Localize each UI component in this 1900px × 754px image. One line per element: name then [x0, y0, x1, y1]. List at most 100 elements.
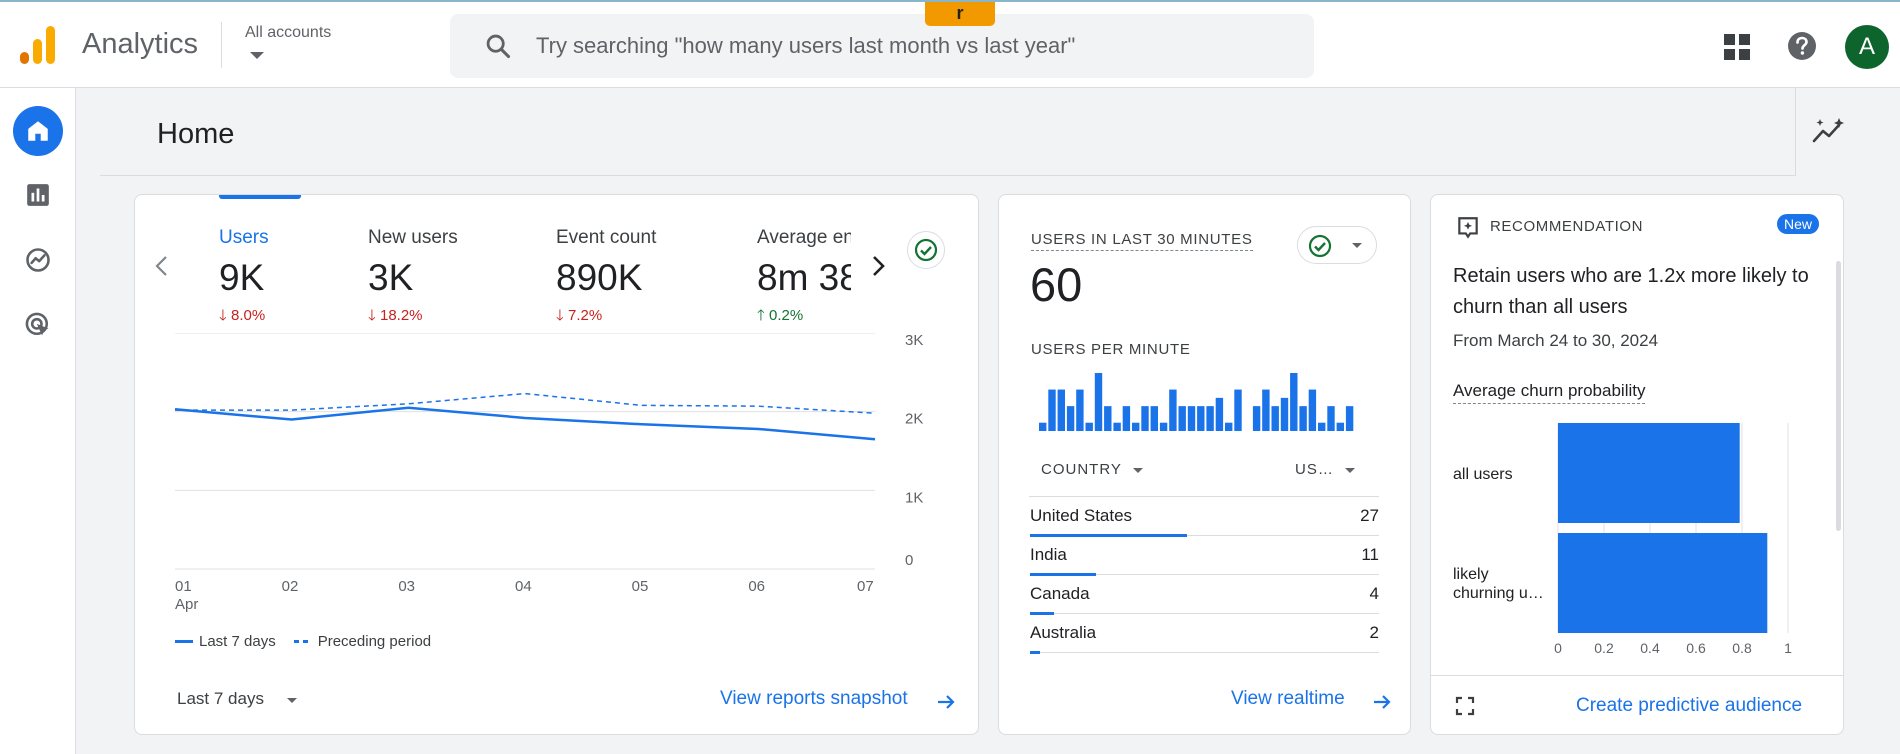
metric-change-value: 18.2% — [379, 307, 423, 324]
metric-value: 8m 38s — [757, 257, 851, 298]
account-selector-label[interactable]: All accounts — [245, 24, 331, 42]
per-minute-bar — [1262, 389, 1270, 431]
insights-sparkle-icon[interactable] — [1812, 117, 1846, 145]
nav-home[interactable] — [13, 106, 63, 156]
per-minute-bar — [1178, 406, 1186, 431]
recommendation-date-range: From March 24 to 30, 2024 — [1453, 331, 1659, 350]
metric-label: Users — [219, 227, 269, 248]
scrollbar[interactable] — [1836, 261, 1841, 531]
series-line-preceding-period — [175, 392, 876, 414]
view-reports-snapshot-link[interactable]: View reports snapshot — [720, 688, 908, 710]
create-predictive-audience-link[interactable]: Create predictive audience — [1576, 695, 1802, 717]
side-nav — [0, 88, 76, 754]
category-label: all users — [1453, 466, 1513, 483]
r-badge[interactable]: r — [925, 2, 995, 26]
x-tick-label: 0 — [1554, 640, 1562, 656]
recommendation-card: RECOMMENDATION New Retain users who are … — [1430, 194, 1844, 735]
x-tick-label: 04 — [515, 578, 532, 595]
search-input[interactable] — [536, 14, 1276, 78]
country-name: Canada — [1030, 584, 1090, 603]
x-tick-label: 0.8 — [1732, 640, 1752, 656]
x-tick-label: 0.2 — [1594, 640, 1614, 656]
per-minute-bar — [1039, 422, 1047, 431]
per-minute-bar — [1234, 389, 1242, 431]
per-minute-bar — [1299, 406, 1307, 431]
per-minute-bar — [1048, 389, 1056, 431]
avatar[interactable]: A — [1845, 25, 1889, 69]
table-row[interactable]: Canada 4 — [1030, 575, 1379, 615]
search-box[interactable] — [450, 14, 1314, 78]
per-minute-bar — [1094, 373, 1103, 431]
realtime-user-count: 60 — [1030, 258, 1083, 311]
metric-average-engagement[interactable]: Average engagement time 8m 38s 🡑 0.2% — [757, 227, 851, 330]
header-divider — [100, 175, 1795, 176]
account-selector-caret-icon[interactable] — [250, 52, 264, 59]
chevron-right-icon[interactable] — [867, 251, 889, 281]
analytics-logo-icon[interactable] — [20, 26, 56, 66]
realtime-status-button[interactable] — [1297, 226, 1377, 264]
date-range-selector[interactable]: Last 7 days — [177, 689, 264, 709]
churn-metric-label[interactable]: Average churn probability — [1453, 381, 1646, 404]
divider — [1795, 88, 1796, 176]
table-row[interactable]: Australia 2 — [1030, 614, 1379, 654]
chevron-left-icon[interactable] — [151, 251, 173, 281]
country-user-count: 11 — [1361, 545, 1379, 564]
per-minute-bar — [1225, 422, 1233, 431]
users-per-minute-chart — [1039, 373, 1354, 431]
recommendation-title: Retain users who are 1.2x more likely to… — [1453, 265, 1809, 318]
table-row[interactable]: United States 27 — [1030, 497, 1379, 537]
series-line-last-7-days — [174, 406, 876, 441]
per-minute-bar — [1206, 406, 1214, 431]
per-minute-bar — [1113, 422, 1121, 431]
y-tick-label: 0 — [905, 552, 913, 569]
country-column-header[interactable]: COUNTRY — [1041, 461, 1143, 478]
per-minute-bar — [1336, 422, 1344, 431]
arrow-right-icon[interactable] — [935, 691, 957, 713]
legend-solid-swatch — [175, 640, 193, 643]
legend-item-current: Last 7 days — [175, 633, 276, 650]
realtime-title[interactable]: USERS IN LAST 30 MINUTES — [1031, 231, 1253, 251]
bar-chart-icon — [27, 184, 49, 206]
metric-change-value: 8.0% — [230, 307, 266, 324]
metric-change: 🡓 8.0% — [219, 305, 269, 330]
expand-icon[interactable] — [1454, 695, 1476, 717]
metric-new-users[interactable]: New users 3K 🡓 18.2% — [368, 227, 458, 330]
arrow-right-icon[interactable] — [1371, 691, 1393, 713]
x-tick-label: 02 — [282, 578, 299, 595]
nav-explore[interactable] — [13, 235, 63, 285]
per-minute-bar — [1187, 406, 1196, 431]
check-circle-icon — [1308, 234, 1332, 258]
metric-event-count[interactable]: Event count 890K 🡓 7.2% — [556, 227, 656, 330]
recommendation-icon — [1458, 217, 1478, 239]
nav-advertising[interactable] — [13, 300, 63, 350]
metric-label: Average engagement time — [757, 227, 851, 248]
view-realtime-link[interactable]: View realtime — [1231, 688, 1345, 710]
column-header-label: US… — [1295, 461, 1334, 478]
churn-bar — [1558, 533, 1768, 633]
per-minute-bar — [1132, 422, 1140, 431]
x-tick-label: 01 — [175, 578, 192, 595]
per-minute-bar — [1122, 406, 1131, 431]
per-minute-bar — [1076, 389, 1084, 431]
arrow-down-icon: 🡓 — [556, 307, 564, 324]
page-title: Home — [157, 118, 235, 150]
metric-change-value: 7.2% — [567, 307, 603, 324]
date-range-caret-icon[interactable] — [287, 698, 297, 703]
help-icon[interactable] — [1787, 31, 1817, 61]
metric-users[interactable]: Users 9K 🡓 8.0% — [219, 227, 269, 330]
caret-down-icon — [1352, 243, 1362, 248]
x-tick-label: 0.6 — [1686, 640, 1706, 656]
advertising-target-icon — [25, 312, 49, 336]
x-tick-label: 05 — [632, 578, 649, 595]
per-minute-bar — [1308, 389, 1317, 431]
table-row[interactable]: India 11 — [1030, 536, 1379, 576]
recommendation-label: RECOMMENDATION — [1490, 218, 1644, 235]
churn-bar — [1558, 423, 1740, 523]
users-column-header[interactable]: US… — [1295, 461, 1356, 478]
home-icon — [28, 121, 48, 141]
data-quality-button[interactable] — [907, 231, 945, 269]
apps-grid-icon[interactable] — [1724, 34, 1750, 60]
nav-reports[interactable] — [13, 170, 63, 220]
y-tick-label: 1K — [905, 489, 923, 506]
country-name: United States — [1030, 506, 1133, 525]
